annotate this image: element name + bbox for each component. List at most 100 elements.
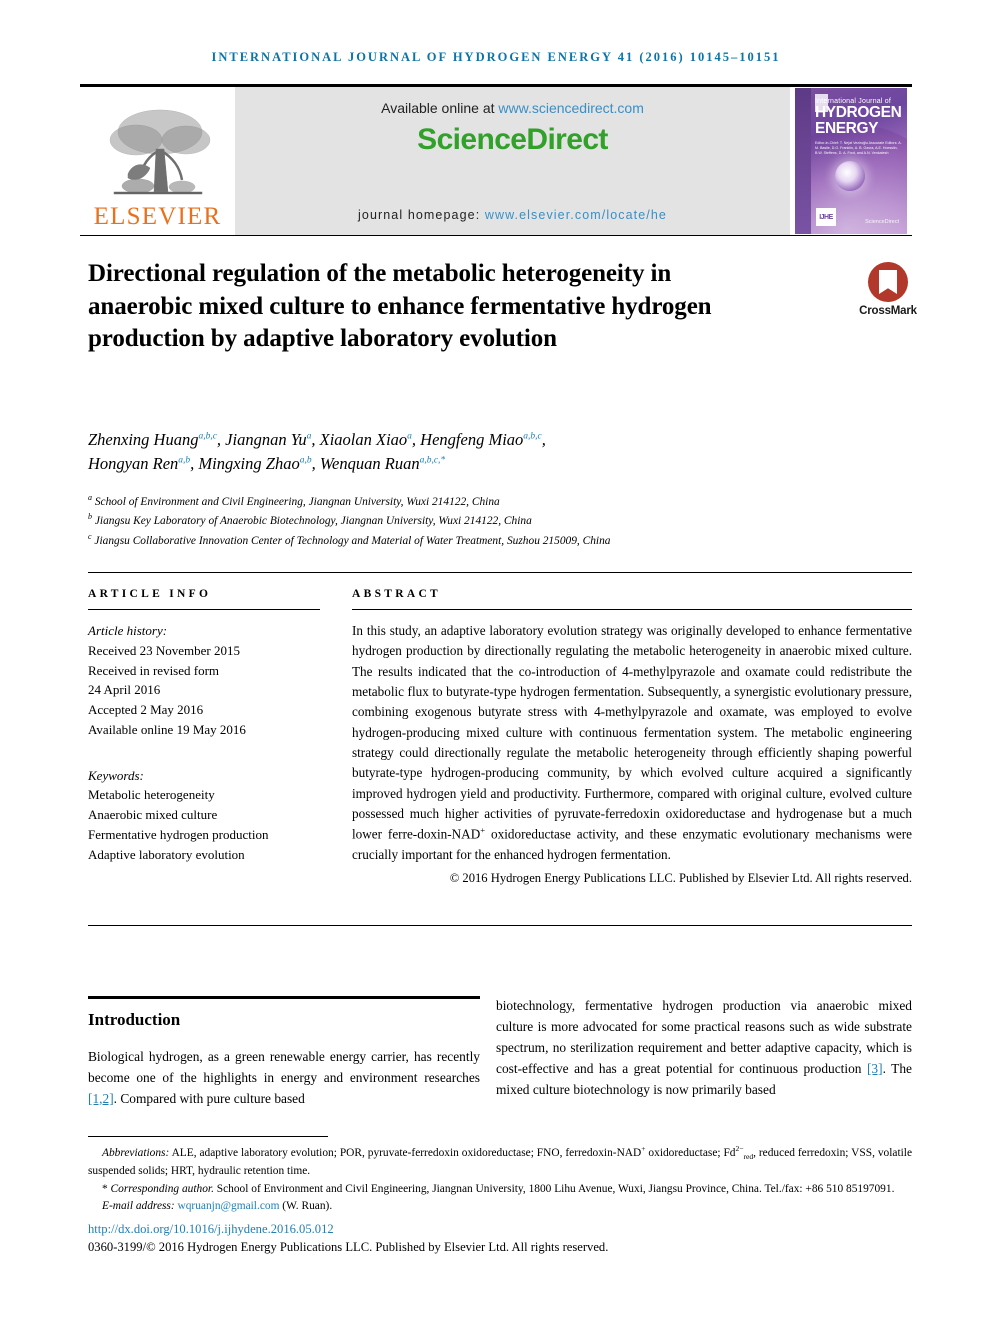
running-head: International Journal of Hydrogen Energy… <box>211 50 781 64</box>
title-block: Directional regulation of the metabolic … <box>88 258 728 356</box>
corresponding-author-text: School of Environment and Civil Engineer… <box>213 1182 895 1195</box>
abbreviations-footnote: Abbreviations: ALE, adaptive laboratory … <box>88 1144 912 1180</box>
author-affil-marker: a,b,c <box>523 431 542 442</box>
intro-left-pre: Biological hydrogen, as a green renewabl… <box>88 1049 480 1085</box>
citation-link-3[interactable]: [3] <box>867 1061 883 1076</box>
author-entry: Wenquan Ruana,b,c,* <box>320 454 445 473</box>
keyword-item: Anaerobic mixed culture <box>88 807 218 822</box>
body-column-left: Introduction Biological hydrogen, as a g… <box>88 1002 480 1110</box>
cover-title-text: International Journal of HYDROGEN ENERGY… <box>815 98 903 156</box>
fd-red-subscript: red <box>743 1152 754 1162</box>
author-affil-marker: a,b,c <box>198 431 217 442</box>
history-item: Available online 19 May 2016 <box>88 721 246 737</box>
abstract-part1: In this study, an adaptive laboratory ev… <box>352 623 912 842</box>
history-item: 24 April 2016 <box>88 682 161 698</box>
crossmark-badge[interactable]: CrossMark <box>845 262 931 317</box>
author-separator: , <box>311 430 320 449</box>
cover-sciencedirect-mark: ScienceDirect <box>865 219 899 225</box>
keyword-item: Fermentative hydrogen production <box>88 826 269 842</box>
introduction-heading: Introduction <box>88 1010 181 1029</box>
author-entry: Zhenxing Huanga,b,c, <box>88 430 225 449</box>
introduction-paragraph-right: biotechnology, fermentative hydrogen pro… <box>496 996 912 1101</box>
page-title: Directional regulation of the metabolic … <box>88 260 712 352</box>
intro-column-rule <box>88 996 480 999</box>
cover-editors: Editor-in-Chief: T. Nejat Veziroğlu Asso… <box>815 140 902 155</box>
footnote-block: Abbreviations: ALE, adaptive laboratory … <box>88 1144 912 1216</box>
info-section-bottom-rule <box>88 925 912 926</box>
article-history-label: Article history: <box>88 623 168 638</box>
abstract-rule <box>352 609 912 610</box>
history-item: Accepted 2 May 2016 <box>88 702 204 717</box>
journal-homepage-link[interactable]: www.elsevier.com/locate/he <box>485 208 667 222</box>
author-name: Jiangnan Yu <box>225 430 307 449</box>
author-separator: , <box>411 430 421 449</box>
doi-link[interactable]: http://dx.doi.org/10.1016/j.ijhydene.201… <box>88 1222 334 1236</box>
author-separator: , <box>311 454 320 474</box>
keywords-label: Keywords: <box>88 767 144 783</box>
elsevier-logo-block: ELSEVIER <box>80 87 235 235</box>
introduction-paragraph-left: Biological hydrogen, as a green renewabl… <box>88 1047 480 1110</box>
history-item: Received 23 November 2015 <box>88 642 240 658</box>
sciencedirect-url-link[interactable]: www.sciencedirect.com <box>498 100 644 116</box>
keywords-block: Keywords: Metabolic heterogeneity Anaero… <box>88 766 320 865</box>
author-entry: Xiaolan Xiaoa, <box>320 430 421 449</box>
history-item: Received in revised form <box>88 662 220 678</box>
author-name: Wenquan Ruan <box>319 454 420 474</box>
crossmark-icon[interactable] <box>868 262 908 302</box>
body-column-right: biotechnology, fermentative hydrogen pro… <box>496 996 912 1101</box>
affiliation-item: c Jiangsu Collaborative Innovation Cente… <box>88 531 888 550</box>
citation-link-1-2[interactable]: [1,2] <box>88 1091 114 1106</box>
crossmark-label: CrossMark <box>859 305 917 317</box>
email-link[interactable]: wqruanjn@gmail.com <box>178 1200 280 1212</box>
author-list: Zhenxing Huanga,b,c, Jiangnan Yua, Xiaol… <box>88 428 888 477</box>
sciencedirect-logo: ScienceDirect <box>417 123 608 156</box>
abbreviations-label: Abbreviations: <box>102 1146 170 1159</box>
intro-left-post: . Compared with pure culture based <box>113 1090 305 1106</box>
affiliation-marker: a <box>88 493 92 502</box>
journal-homepage-label: journal homepage: <box>358 208 485 222</box>
author-affil-marker: a,b,c,* <box>419 455 446 466</box>
author-entry: Hongyan Rena,b, <box>88 454 198 473</box>
author-entry: Jiangnan Yua, <box>225 430 319 449</box>
author-separator: , <box>216 430 226 449</box>
available-online-text: Available online at <box>381 100 499 116</box>
elsevier-wordmark: ELSEVIER <box>93 203 222 230</box>
abbreviations-text-1: ALE, adaptive laboratory evolution; POR,… <box>169 1146 642 1159</box>
corresponding-author-label: Corresponding author. <box>107 1182 214 1195</box>
author-affil-marker: a,b <box>178 455 191 466</box>
author-name: Zhenxing Huang <box>88 430 199 449</box>
sciencedirect-banner: Available online at www.sciencedirect.co… <box>235 87 790 235</box>
author-entry: Hengfeng Miaoa,b,c, <box>420 430 546 449</box>
article-history-block: Article history: Received 23 November 20… <box>88 621 320 740</box>
cover-ijhe-badge: IJHE <box>816 208 836 226</box>
journal-cover-image: International Journal of HYDROGEN ENERGY… <box>795 88 907 234</box>
abstract-part2-pre: doxin-NAD <box>417 826 481 842</box>
author-name: Hongyan Ren <box>88 454 179 474</box>
cover-line2: HYDROGEN <box>815 104 902 121</box>
article-info-column: ARTICLE INFO Article history: Received 2… <box>88 588 320 864</box>
author-name: Hengfeng Miao <box>420 430 524 449</box>
doi-line[interactable]: http://dx.doi.org/10.1016/j.ijhydene.201… <box>88 1222 334 1237</box>
keyword-item: Metabolic heterogeneity <box>88 787 215 803</box>
abstract-heading: ABSTRACT <box>352 588 442 600</box>
affiliation-marker: c <box>88 531 92 541</box>
author-entry: Mingxing Zhaoa,b, <box>198 454 319 473</box>
cover-line3: ENERGY <box>815 119 879 137</box>
email-footnote: E-mail address: wqruanjn@gmail.com (W. R… <box>88 1198 912 1215</box>
abstract-copyright: © 2016 Hydrogen Energy Publications LLC.… <box>449 871 912 886</box>
intro-right-pre: biotechnology, fermentative hydrogen pro… <box>496 998 912 1076</box>
author-name: Xiaolan Xiao <box>319 430 408 449</box>
author-name: Mingxing Zhao <box>198 454 300 474</box>
available-online-line: Available online at www.sciencedirect.co… <box>381 100 644 116</box>
journal-masthead: ELSEVIER Available online at www.science… <box>80 84 912 236</box>
journal-cover-block: International Journal of HYDROGEN ENERGY… <box>790 87 912 235</box>
fd-charge-superscript: 2− <box>735 1144 744 1153</box>
article-info-heading: ARTICLE INFO <box>88 588 212 600</box>
email-owner: (W. Ruan). <box>279 1200 333 1213</box>
keyword-item: Adaptive laboratory evolution <box>88 846 245 862</box>
journal-homepage-line: journal homepage: www.elsevier.com/locat… <box>358 208 667 222</box>
email-label: E-mail address: <box>102 1200 178 1213</box>
author-separator: , <box>541 430 546 449</box>
author-affil-marker: a,b <box>299 455 312 466</box>
corresponding-author-footnote: * Corresponding author. School of Enviro… <box>88 1181 912 1198</box>
